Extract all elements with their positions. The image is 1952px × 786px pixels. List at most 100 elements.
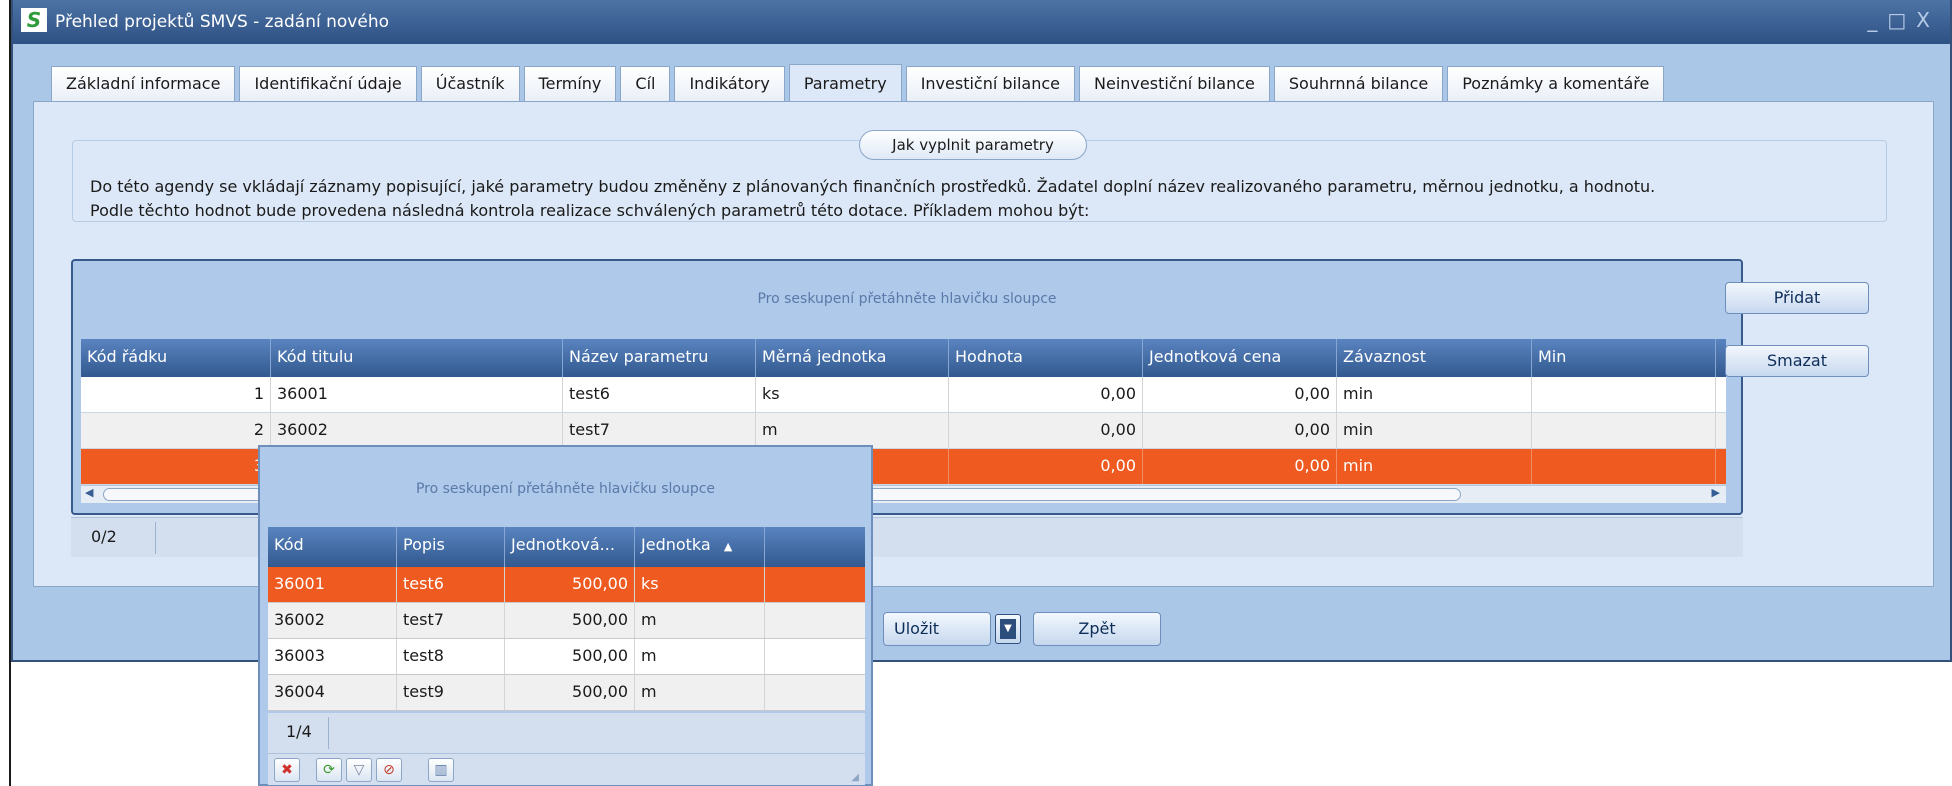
resize-grip-icon[interactable]: ◢ [851, 772, 859, 783]
popup-cell-cena: 500,00 [505, 567, 635, 602]
popup-cell-cena: 500,00 [505, 675, 635, 710]
cell-cena: 0,00 [1143, 413, 1337, 448]
popup-cell-kod: 36003 [268, 639, 397, 674]
cell-cena: 0,00 [1143, 449, 1337, 484]
cell-hodnota: 0,00 [949, 449, 1143, 484]
pager-separator [155, 522, 156, 554]
group-by-hint: Pro seskupení přetáhněte hlavičku sloupc… [757, 291, 1057, 307]
sort-ascending-icon: ▲ [723, 540, 733, 553]
popup-cell-popis: test8 [397, 639, 505, 674]
help-text-line-2: Podle těchto hodnot bude provedena násle… [90, 201, 1090, 220]
popup-grid-header: Kód Popis Jednotková... Jednotka ▲ [268, 527, 865, 567]
cell-min [1532, 449, 1716, 484]
popup-cell-kod: 36004 [268, 675, 397, 710]
popup-cell-jednotka: m [635, 675, 765, 710]
help-text-line-1: Do této agendy se vkládají záznamy popis… [90, 177, 1656, 196]
popup-cell-kod: 36001 [268, 567, 397, 602]
popup-grid-body: 36001 test6 500,00 ks 36002 test7 500,00… [268, 567, 865, 711]
save-button-label: Uložit [894, 619, 940, 638]
refresh-icon[interactable]: ⟳ [316, 758, 342, 782]
back-button[interactable]: Zpět [1033, 612, 1161, 646]
window-controls: _□X [1867, 8, 1940, 32]
cell-nazev: test7 [563, 413, 756, 448]
scroll-right-arrow-icon[interactable]: ▶ [1712, 486, 1720, 499]
popup-cell-jednotka: ks [635, 567, 765, 602]
popup-cell-jednotka: m [635, 603, 765, 638]
col-header-merna-jednotka[interactable]: Měrná jednotka [756, 339, 949, 377]
delete-button[interactable]: Smazat [1725, 345, 1869, 377]
clear-filter-icon[interactable]: ⊘ [376, 758, 402, 782]
popup-cell-popis: test6 [397, 567, 505, 602]
cell-zavaznost: min [1337, 449, 1532, 484]
add-button[interactable]: Přidat [1725, 282, 1869, 314]
title-bar[interactable]: S Přehled projektů SMVS - zadání nového … [13, 0, 1950, 44]
help-title-button[interactable]: Jak vyplnit parametry [859, 130, 1087, 160]
col-header-zavaznost[interactable]: Závaznost [1337, 339, 1532, 377]
cell-kod-titulu: 36001 [271, 377, 563, 412]
cell-kod-radku: 1 [81, 377, 271, 412]
cell-jednotka: ks [756, 377, 949, 412]
list-item[interactable]: 36003 test8 500,00 m [268, 639, 865, 675]
popup-col-header-jednotka-label: Jednotka [641, 535, 711, 554]
tab-zakladni-informace[interactable]: Základní informace [51, 66, 236, 102]
scroll-left-arrow-icon[interactable]: ◀ [85, 486, 93, 499]
window-title: Přehled projektů SMVS - zadání nového [55, 12, 389, 32]
save-options-dropdown[interactable]: ▼ [995, 614, 1021, 644]
list-item[interactable]: 36004 test9 500,00 m [268, 675, 865, 711]
popup-cell-cena: 500,00 [505, 639, 635, 674]
popup-cell-popis: test9 [397, 675, 505, 710]
tab-ucastnik[interactable]: Účastník [420, 66, 520, 102]
tab-neinvesticni-bilance[interactable]: Neinvestiční bilance [1079, 66, 1270, 102]
close-button[interactable]: X [1916, 8, 1940, 32]
popup-cell-popis: test7 [397, 603, 505, 638]
tab-souhrnna-bilance[interactable]: Souhrnná bilance [1273, 66, 1444, 102]
table-row[interactable]: 2 36002 test7 m 0,00 0,00 min [81, 413, 1726, 449]
cell-hodnota: 0,00 [949, 377, 1143, 412]
tab-cil[interactable]: Cíl [620, 66, 671, 102]
popup-cell-cena: 500,00 [505, 603, 635, 638]
cell-hodnota: 0,00 [949, 413, 1143, 448]
maximize-button[interactable]: □ [1887, 8, 1916, 32]
pager-text: 0/2 [91, 527, 117, 546]
popup-col-header-popis[interactable]: Popis [397, 527, 505, 567]
col-header-jednotkova-cena[interactable]: Jednotková cena [1143, 339, 1337, 377]
popup-group-by-hint: Pro seskupení přetáhněte hlavičku sloupc… [415, 481, 716, 497]
cell-nazev: test6 [563, 377, 756, 412]
list-item-selected[interactable]: 36001 test6 500,00 ks [268, 567, 865, 603]
popup-pager-text: 1/4 [286, 722, 312, 741]
tab-investicni-bilance[interactable]: Investiční bilance [905, 66, 1076, 102]
col-header-kod-radku[interactable]: Kód řádku [81, 339, 271, 377]
tab-parametry[interactable]: Parametry [788, 64, 902, 102]
cell-kod-radku: 3 [81, 449, 271, 484]
col-header-nazev-parametru[interactable]: Název parametru [563, 339, 756, 377]
tab-indikatory[interactable]: Indikátory [674, 66, 785, 102]
cell-min [1532, 377, 1716, 412]
clear-selection-icon[interactable]: ✖ [274, 758, 300, 782]
filter-icon[interactable]: ▽ [346, 758, 372, 782]
cell-cena: 0,00 [1143, 377, 1337, 412]
popup-col-header-kod[interactable]: Kód [268, 527, 397, 567]
cell-zavaznost: min [1337, 377, 1532, 412]
tab-identifikacni-udaje[interactable]: Identifikační údaje [239, 66, 417, 102]
col-header-kod-titulu[interactable]: Kód titulu [271, 339, 563, 377]
minimize-button[interactable]: _ [1867, 8, 1887, 32]
cell-kod-radku: 2 [81, 413, 271, 448]
list-item[interactable]: 36002 test7 500,00 m [268, 603, 865, 639]
popup-cell-jednotka: m [635, 639, 765, 674]
tab-poznamky-a-komentare[interactable]: Poznámky a komentáře [1447, 66, 1665, 102]
save-button[interactable]: Uložit [883, 612, 991, 646]
popup-col-header-jednotkova[interactable]: Jednotková... [505, 527, 635, 567]
columns-icon[interactable]: ▥ [428, 758, 454, 782]
col-header-min[interactable]: Min [1532, 339, 1716, 377]
tab-terminy[interactable]: Termíny [523, 66, 617, 102]
cell-zavaznost: min [1337, 413, 1532, 448]
popup-toolbar: ✖ ⟳ ▽ ⊘ ▥ ◢ [268, 753, 865, 785]
popup-pager-separator [328, 717, 329, 749]
chevron-down-icon: ▼ [1000, 619, 1016, 639]
col-header-hodnota[interactable]: Hodnota [949, 339, 1143, 377]
popup-col-header-jednotka[interactable]: Jednotka ▲ [635, 527, 765, 567]
table-row[interactable]: 1 36001 test6 ks 0,00 0,00 min [81, 377, 1726, 413]
tab-bar: Základní informace Identifikační údaje Ú… [51, 64, 1668, 102]
grid-header: Kód řádku Kód titulu Název parametru Měr… [81, 339, 1726, 377]
popup-cell-kod: 36002 [268, 603, 397, 638]
